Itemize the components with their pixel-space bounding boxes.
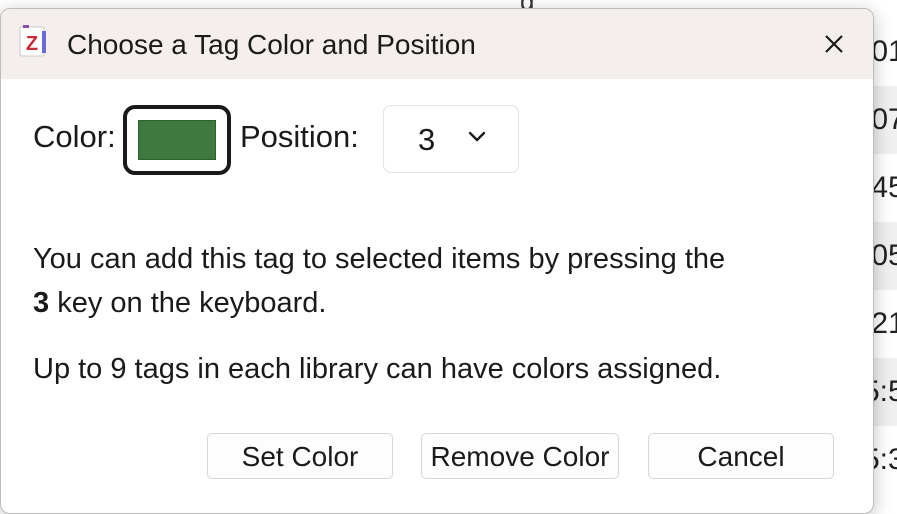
close-icon[interactable] bbox=[817, 27, 851, 61]
color-picker-button[interactable] bbox=[123, 105, 231, 175]
shortcut-text-suffix: key on the keyboard. bbox=[57, 287, 327, 319]
tag-color-dialog: Z Choose a Tag Color and Position Color:… bbox=[0, 8, 874, 514]
cancel-button[interactable]: Cancel bbox=[648, 433, 834, 479]
color-position-row: Color: Position: 3 bbox=[33, 105, 841, 175]
set-color-button[interactable]: Set Color bbox=[207, 433, 393, 479]
color-label: Color: bbox=[33, 119, 116, 154]
color-swatch bbox=[138, 120, 216, 160]
tag-limit-note: Up to 9 tags in each library can have co… bbox=[33, 353, 722, 385]
shortcut-text-prefix: You can add this tag to selected items b… bbox=[33, 243, 726, 275]
dialog-titlebar: Z Choose a Tag Color and Position bbox=[1, 9, 873, 79]
zotero-app-icon: Z bbox=[19, 25, 46, 57]
remove-color-button[interactable]: Remove Color bbox=[421, 433, 619, 479]
position-label: Position: bbox=[240, 119, 359, 154]
shortcut-description: You can add this tag to selected items b… bbox=[33, 237, 833, 325]
position-dropdown[interactable]: 3 bbox=[383, 105, 519, 173]
dialog-content: Color: Position: 3 You can add this tag … bbox=[33, 79, 841, 513]
dialog-title: Choose a Tag Color and Position bbox=[67, 29, 476, 60]
position-value: 3 bbox=[418, 122, 436, 157]
chevron-down-icon bbox=[468, 131, 486, 142]
app-icon-letter: Z bbox=[26, 33, 38, 55]
shortcut-key: 3 bbox=[33, 287, 50, 319]
